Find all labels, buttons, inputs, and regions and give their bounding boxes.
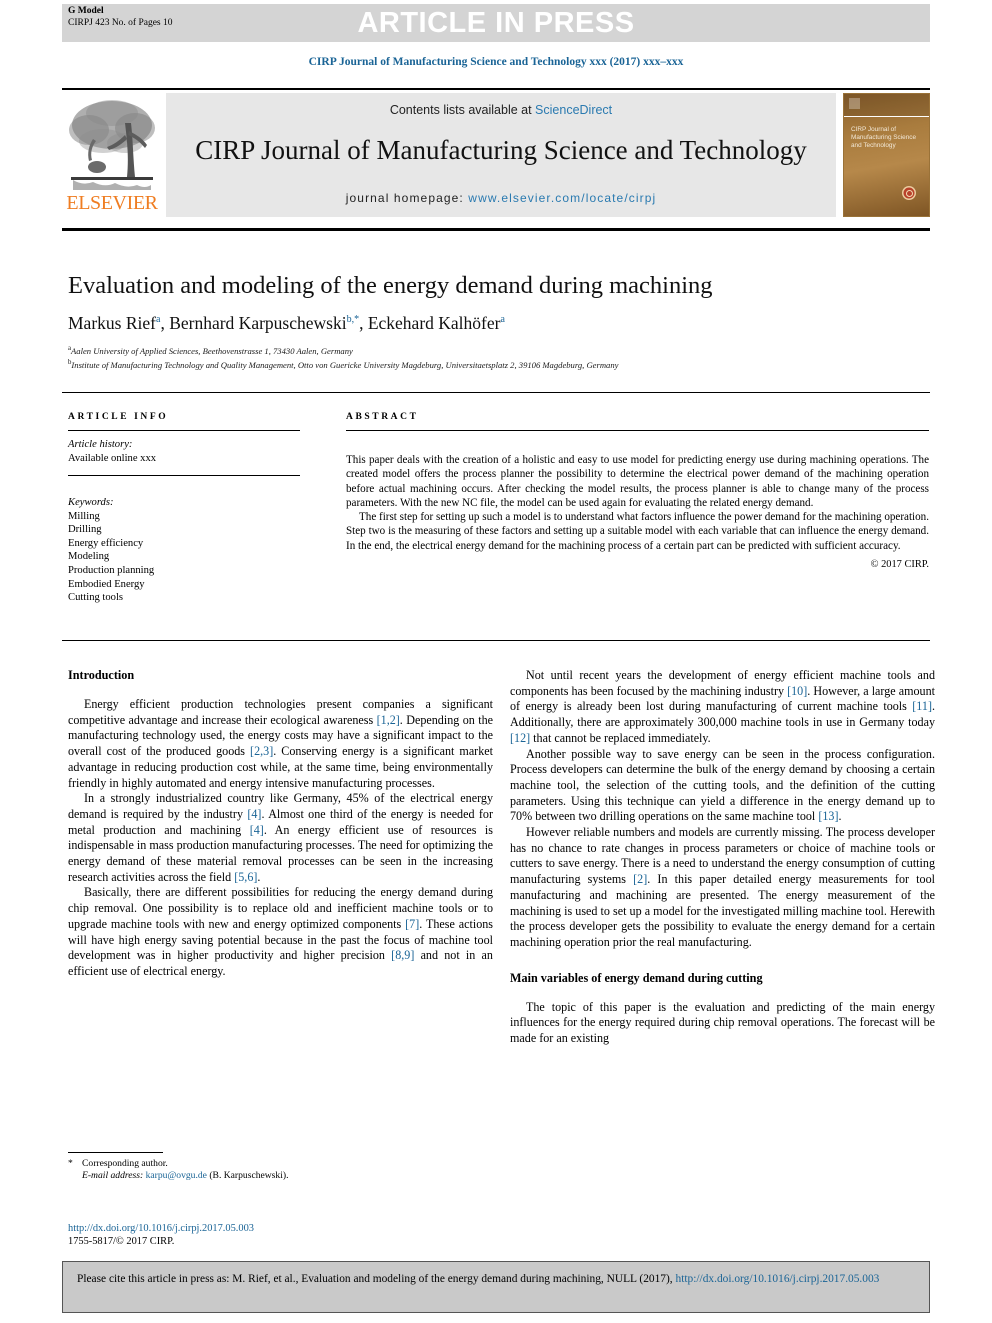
body-paragraph: Basically, there are different possibili… [68, 885, 494, 978]
keyword-item: Milling [68, 510, 100, 522]
journal-title: CIRP Journal of Manufacturing Science an… [195, 135, 807, 165]
article-info-divider [68, 430, 300, 431]
author-list: Markus Riefa, Bernhard Karpuschewskib,*,… [68, 313, 505, 333]
please-cite-box: Please cite this article in press as: M.… [62, 1261, 930, 1313]
affiliation-a-text: Aalen University of Applied Sciences, Be… [71, 345, 353, 356]
keywords-label: Keywords: [68, 497, 114, 508]
abstract-copyright: © 2017 CIRP. [870, 559, 929, 571]
sciencedirect-link[interactable]: ScienceDirect [535, 103, 612, 117]
journal-homepage-line: journal homepage: www.elsevier.com/locat… [166, 191, 836, 205]
abstract-column: ABSTRACT This paper deals with the creat… [346, 412, 929, 570]
article-info-column: ARTICLE INFO Article history: Available … [68, 412, 300, 605]
elsevier-wordmark: ELSEVIER [66, 192, 158, 214]
elsevier-tree-icon [69, 100, 155, 190]
issn-copyright-line: 1755-5817/© 2017 CIRP. [68, 1236, 175, 1248]
article-in-press-text: ARTICLE IN PRESS [357, 7, 635, 39]
doi-link[interactable]: http://dx.doi.org/10.1016/j.cirpj.2017.0… [68, 1222, 508, 1235]
body-left-column: Introduction Energy efficient production… [68, 668, 493, 980]
cite-doi-link[interactable]: http://dx.doi.org/10.1016/j.cirpj.2017.0… [676, 1273, 880, 1285]
affiliation-b-text: Institute of Manufacturing Technology an… [71, 360, 619, 371]
article-history-label: Article history: [68, 439, 133, 450]
abstract-paragraph: The first step for setting up such a mod… [346, 511, 929, 552]
masthead-center-panel: Contents lists available at ScienceDirec… [166, 93, 836, 217]
body-paragraph: Not until recent years the development o… [510, 668, 935, 745]
cite-text: Please cite this article in press as: M.… [77, 1271, 917, 1287]
contents-list-line: Contents lists available at ScienceDirec… [166, 103, 836, 117]
keywords-block: Keywords: Milling Drilling Energy effici… [68, 496, 300, 605]
corresponding-author-text: Corresponding author. [82, 1158, 168, 1169]
body-paragraph: Another possible way to save energy can … [510, 746, 935, 824]
article-history-block: Article history: Available online xxx [68, 438, 300, 465]
masthead-bottom-rule [62, 228, 930, 231]
elsevier-logo: ELSEVIER [64, 93, 160, 217]
article-history-value: Available online xxx [68, 452, 157, 464]
article-in-press-banner: G Model CIRPJ 423 No. of Pages 10 ARTICL… [62, 4, 930, 42]
journal-homepage-link[interactable]: www.elsevier.com/locate/cirpj [468, 191, 656, 205]
keyword-item: Embodied Energy [68, 578, 145, 590]
keyword-item: Modeling [68, 551, 110, 563]
journal-cover-thumbnail: CIRP Journal of Manufacturing Science an… [843, 93, 930, 217]
article-info-heading: ARTICLE INFO [68, 412, 169, 422]
cover-title-text: CIRP Journal of Manufacturing Science an… [851, 126, 917, 150]
affiliations-block: aAalen University of Applied Sciences, B… [68, 343, 948, 372]
body-paragraph: In a strongly industrialized country lik… [68, 791, 493, 884]
journal-reference-line: CIRP Journal of Manufacturing Science an… [308, 56, 684, 68]
email-line: E-mail address: karpu@ovgu.de (B. Karpus… [68, 1170, 493, 1182]
asterisk-icon: * [68, 1158, 73, 1169]
section-heading-introduction: Introduction [68, 668, 135, 682]
abstract-body: This paper deals with the creation of a … [346, 453, 929, 553]
page-title: Evaluation and modeling of the energy de… [68, 272, 713, 299]
keyword-item: Production planning [68, 564, 155, 576]
info-section-top-rule [62, 392, 930, 393]
body-right-column: Not until recent years the development o… [510, 668, 935, 1047]
email-link[interactable]: karpu@ovgu.de [146, 1170, 207, 1181]
cirp-seal-icon [902, 186, 916, 200]
abstract-divider [346, 430, 929, 431]
journal-masthead: ELSEVIER Contents lists available at Sci… [62, 88, 930, 220]
footnote-block: * Corresponding author. E-mail address: k… [68, 1158, 493, 1183]
body-paragraph: However reliable numbers and models are … [510, 825, 935, 949]
email-label: E-mail address: [82, 1170, 144, 1182]
section-heading-main-variables: Main variables of energy demand during c… [510, 970, 763, 985]
cover-mini-logo-icon [849, 98, 860, 109]
abstract-bottom-rule [62, 640, 930, 641]
abstract-heading: ABSTRACT [346, 412, 419, 422]
body-paragraph: The topic of this paper is the evaluatio… [510, 999, 935, 1046]
cover-top-strip [844, 94, 929, 117]
article-info-divider-2 [68, 475, 300, 476]
doi-block: http://dx.doi.org/10.1016/j.cirpj.2017.0… [68, 1222, 508, 1249]
contents-prefix-text: Contents lists available at [389, 103, 536, 117]
abstract-paragraph: This paper deals with the creation of a … [346, 454, 929, 509]
email-owner: (B. Karpuschewski). [209, 1170, 289, 1182]
homepage-label: journal homepage: [345, 191, 469, 205]
body-paragraph: Energy efficient production technologies… [68, 697, 493, 790]
keyword-item: Energy efficiency [68, 537, 144, 549]
affiliation-a: aAalen University of Applied Sciences, B… [68, 345, 353, 356]
corresponding-author-line: * Corresponding author. [68, 1158, 493, 1170]
affiliation-b: bInstitute of Manufacturing Technology a… [68, 359, 619, 371]
keyword-item: Cutting tools [68, 592, 124, 604]
cite-prefix: Please cite this article in press as: M.… [77, 1273, 676, 1285]
keyword-item: Drilling [68, 524, 102, 536]
footnote-rule [68, 1152, 163, 1153]
